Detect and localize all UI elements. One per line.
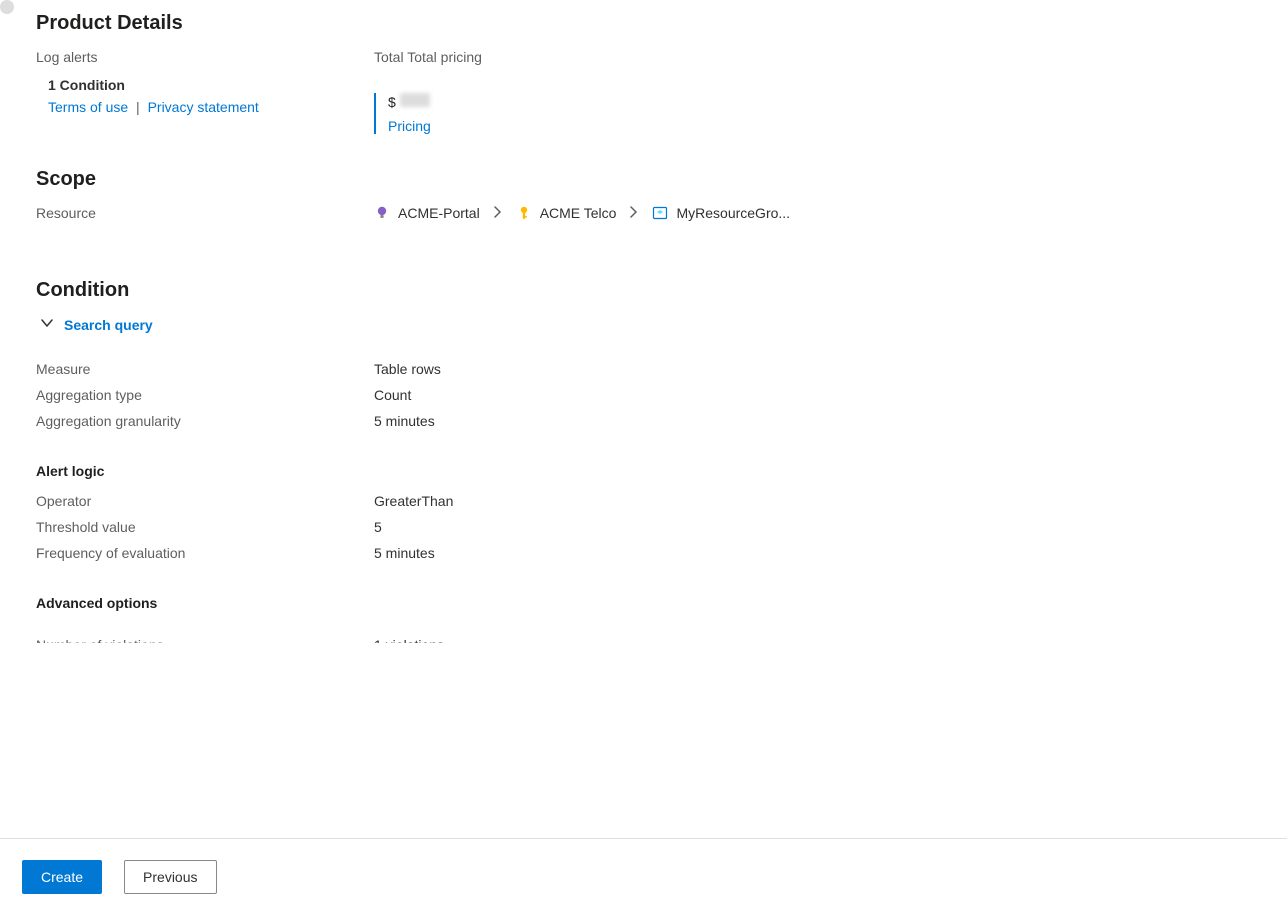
decorative-corner-dot xyxy=(0,0,14,14)
aggregation-granularity-value: 5 minutes xyxy=(374,413,1251,429)
condition-grid: Measure Table rows Aggregation type Coun… xyxy=(36,361,1251,429)
breadcrumb-label: ACME Telco xyxy=(540,205,617,221)
breadcrumb-label: MyResourceGro... xyxy=(676,205,790,221)
lightbulb-icon xyxy=(374,205,390,221)
resource-breadcrumb: ACME-Portal ACME Telco xyxy=(374,205,1251,221)
advanced-cutoff-row: Number of violations 1 violations xyxy=(36,637,1251,643)
terms-of-use-link[interactable]: Terms of use xyxy=(48,99,128,115)
advanced-options-heading: Advanced options xyxy=(36,595,1251,611)
total-pricing-label: Total Total pricing xyxy=(374,49,712,65)
breadcrumb-item-resourcegroup[interactable]: MyResourceGro... xyxy=(652,205,790,221)
measure-label: Measure xyxy=(36,361,374,377)
price-prefix: $ xyxy=(388,94,396,110)
chevron-down-icon xyxy=(40,316,54,333)
search-query-accordion[interactable]: Search query xyxy=(40,316,1251,333)
aggregation-type-label: Aggregation type xyxy=(36,387,374,403)
resource-group-icon xyxy=(652,205,668,221)
aggregation-type-value: Count xyxy=(374,387,1251,403)
previous-button[interactable]: Previous xyxy=(124,860,216,894)
frequency-label: Frequency of evaluation xyxy=(36,545,374,561)
footer-bar: Create Previous xyxy=(0,838,1287,915)
frequency-value: 5 minutes xyxy=(374,545,1251,561)
link-separator: | xyxy=(136,99,140,115)
price-redacted xyxy=(400,93,430,107)
pricing-link[interactable]: Pricing xyxy=(388,118,712,134)
threshold-value: 5 xyxy=(374,519,1251,535)
privacy-statement-link[interactable]: Privacy statement xyxy=(148,99,259,115)
chevron-right-icon xyxy=(492,205,504,221)
operator-value: GreaterThan xyxy=(374,493,1251,509)
breadcrumb-item-portal[interactable]: ACME-Portal xyxy=(374,205,480,221)
scope-heading: Scope xyxy=(36,168,1251,191)
breadcrumb-label: ACME-Portal xyxy=(398,205,480,221)
resource-label: Resource xyxy=(36,205,374,221)
breadcrumb-item-telco[interactable]: ACME Telco xyxy=(516,205,617,221)
log-alerts-label: Log alerts xyxy=(36,49,374,65)
search-query-label: Search query xyxy=(64,317,153,333)
create-button[interactable]: Create xyxy=(22,860,102,894)
violations-label: Number of violations xyxy=(36,637,374,643)
aggregation-granularity-label: Aggregation granularity xyxy=(36,413,374,429)
threshold-label: Threshold value xyxy=(36,519,374,535)
condition-heading: Condition xyxy=(36,279,1251,302)
condition-count: 1 Condition xyxy=(48,77,374,93)
alert-logic-heading: Alert logic xyxy=(36,463,1251,479)
violations-value: 1 violations xyxy=(374,637,1251,643)
chevron-right-icon xyxy=(628,205,640,221)
product-details-row: Log alerts 1 Condition Terms of use | Pr… xyxy=(36,49,1251,134)
key-icon xyxy=(516,205,532,221)
alert-logic-grid: Operator GreaterThan Threshold value 5 F… xyxy=(36,493,1251,561)
measure-value: Table rows xyxy=(374,361,1251,377)
product-details-heading: Product Details xyxy=(36,12,1251,35)
scope-grid: Resource ACME-Portal xyxy=(36,205,1251,221)
operator-label: Operator xyxy=(36,493,374,509)
